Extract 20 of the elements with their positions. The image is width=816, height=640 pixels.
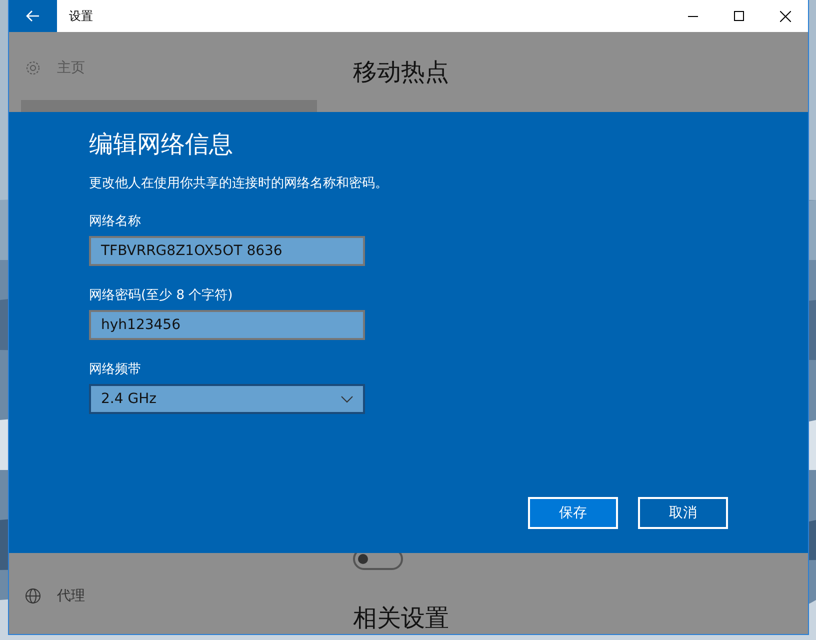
field-label: 网络密码(至少 8 个字符): [89, 287, 234, 304]
window-title: 设置: [69, 8, 93, 24]
back-arrow-icon: [26, 10, 40, 22]
gear-icon: [25, 60, 41, 76]
chevron-down-icon: [341, 396, 353, 402]
page-title: 移动热点: [353, 57, 450, 88]
cancel-button[interactable]: 取消: [638, 497, 728, 529]
globe-icon: [25, 588, 41, 604]
maximize-icon: [734, 11, 744, 21]
input-field[interactable]: TFBVRRG8Z1OX5OT 8636: [89, 236, 365, 266]
field-label: 网络频带: [89, 361, 142, 378]
dialog-title: 编辑网络信息: [89, 129, 234, 160]
dialog-description: 更改他人在使用你共享的连接时的网络名称和密码。: [89, 175, 389, 192]
field-label: 网络名称: [89, 213, 142, 230]
input-field[interactable]: hyh123456: [89, 310, 365, 340]
close-icon: [780, 10, 790, 22]
section-title: 相关设置: [353, 603, 450, 634]
sidebar-item[interactable]: 代理: [9, 584, 329, 608]
dropdown[interactable]: 2.4 GHz: [89, 384, 365, 414]
save-button[interactable]: 保存: [528, 497, 618, 529]
